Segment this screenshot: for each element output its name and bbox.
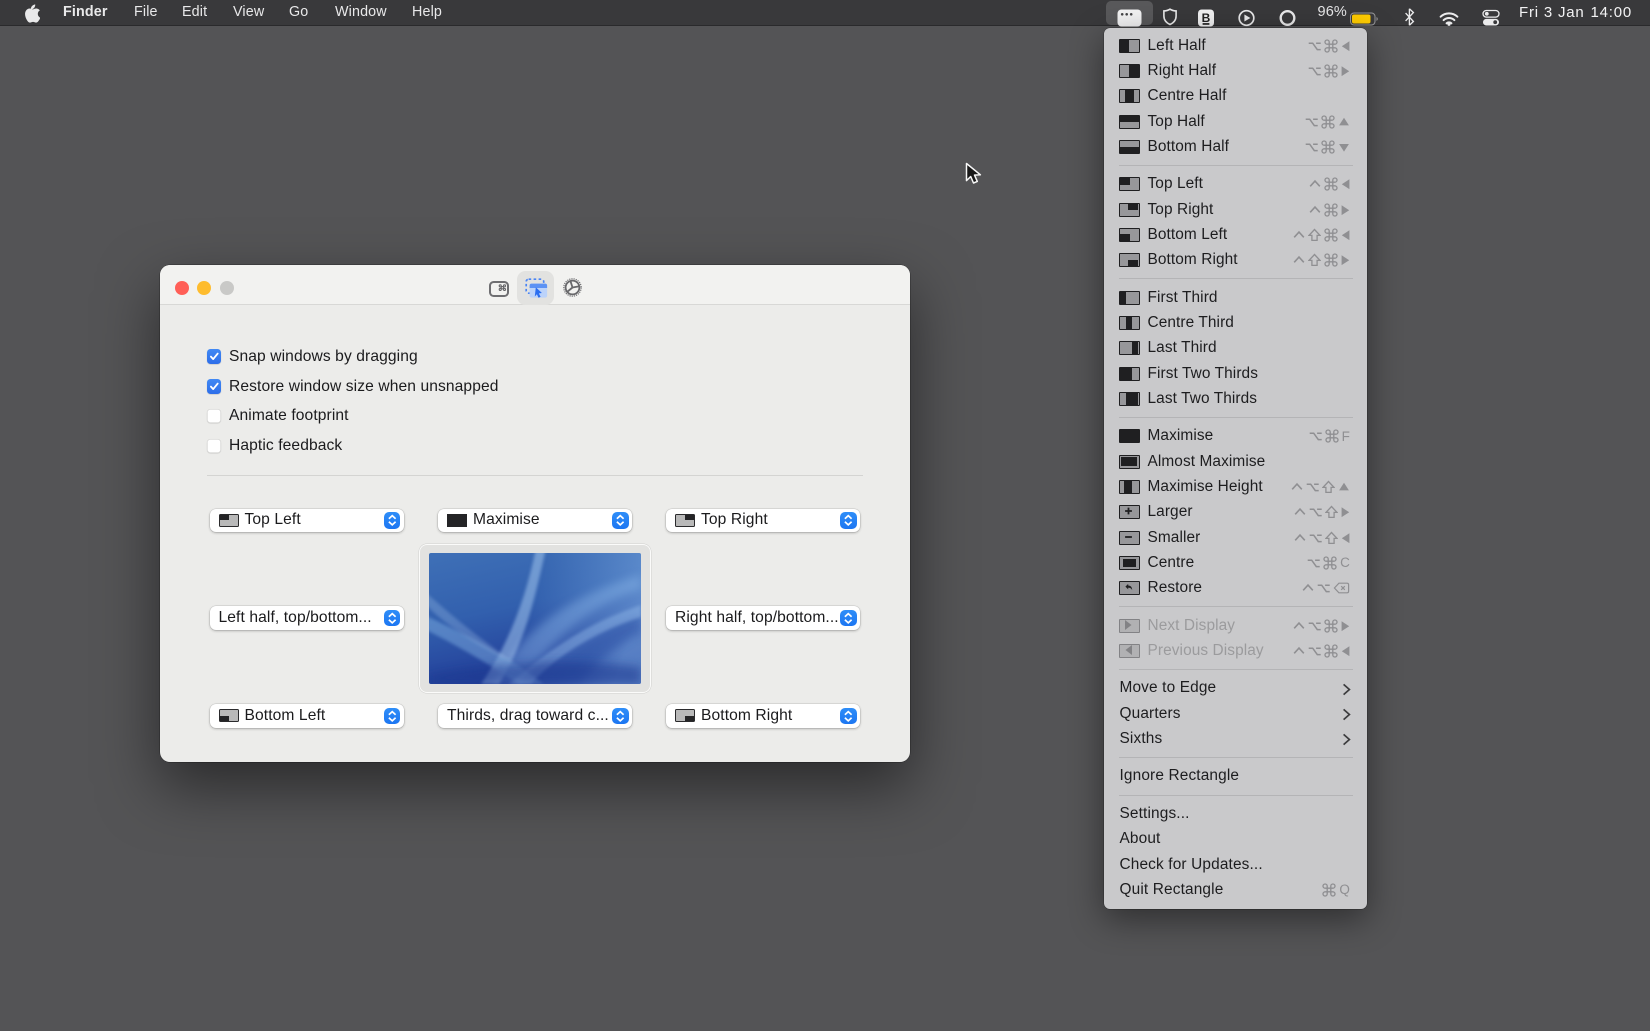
svg-text:B: B [1202,11,1211,25]
